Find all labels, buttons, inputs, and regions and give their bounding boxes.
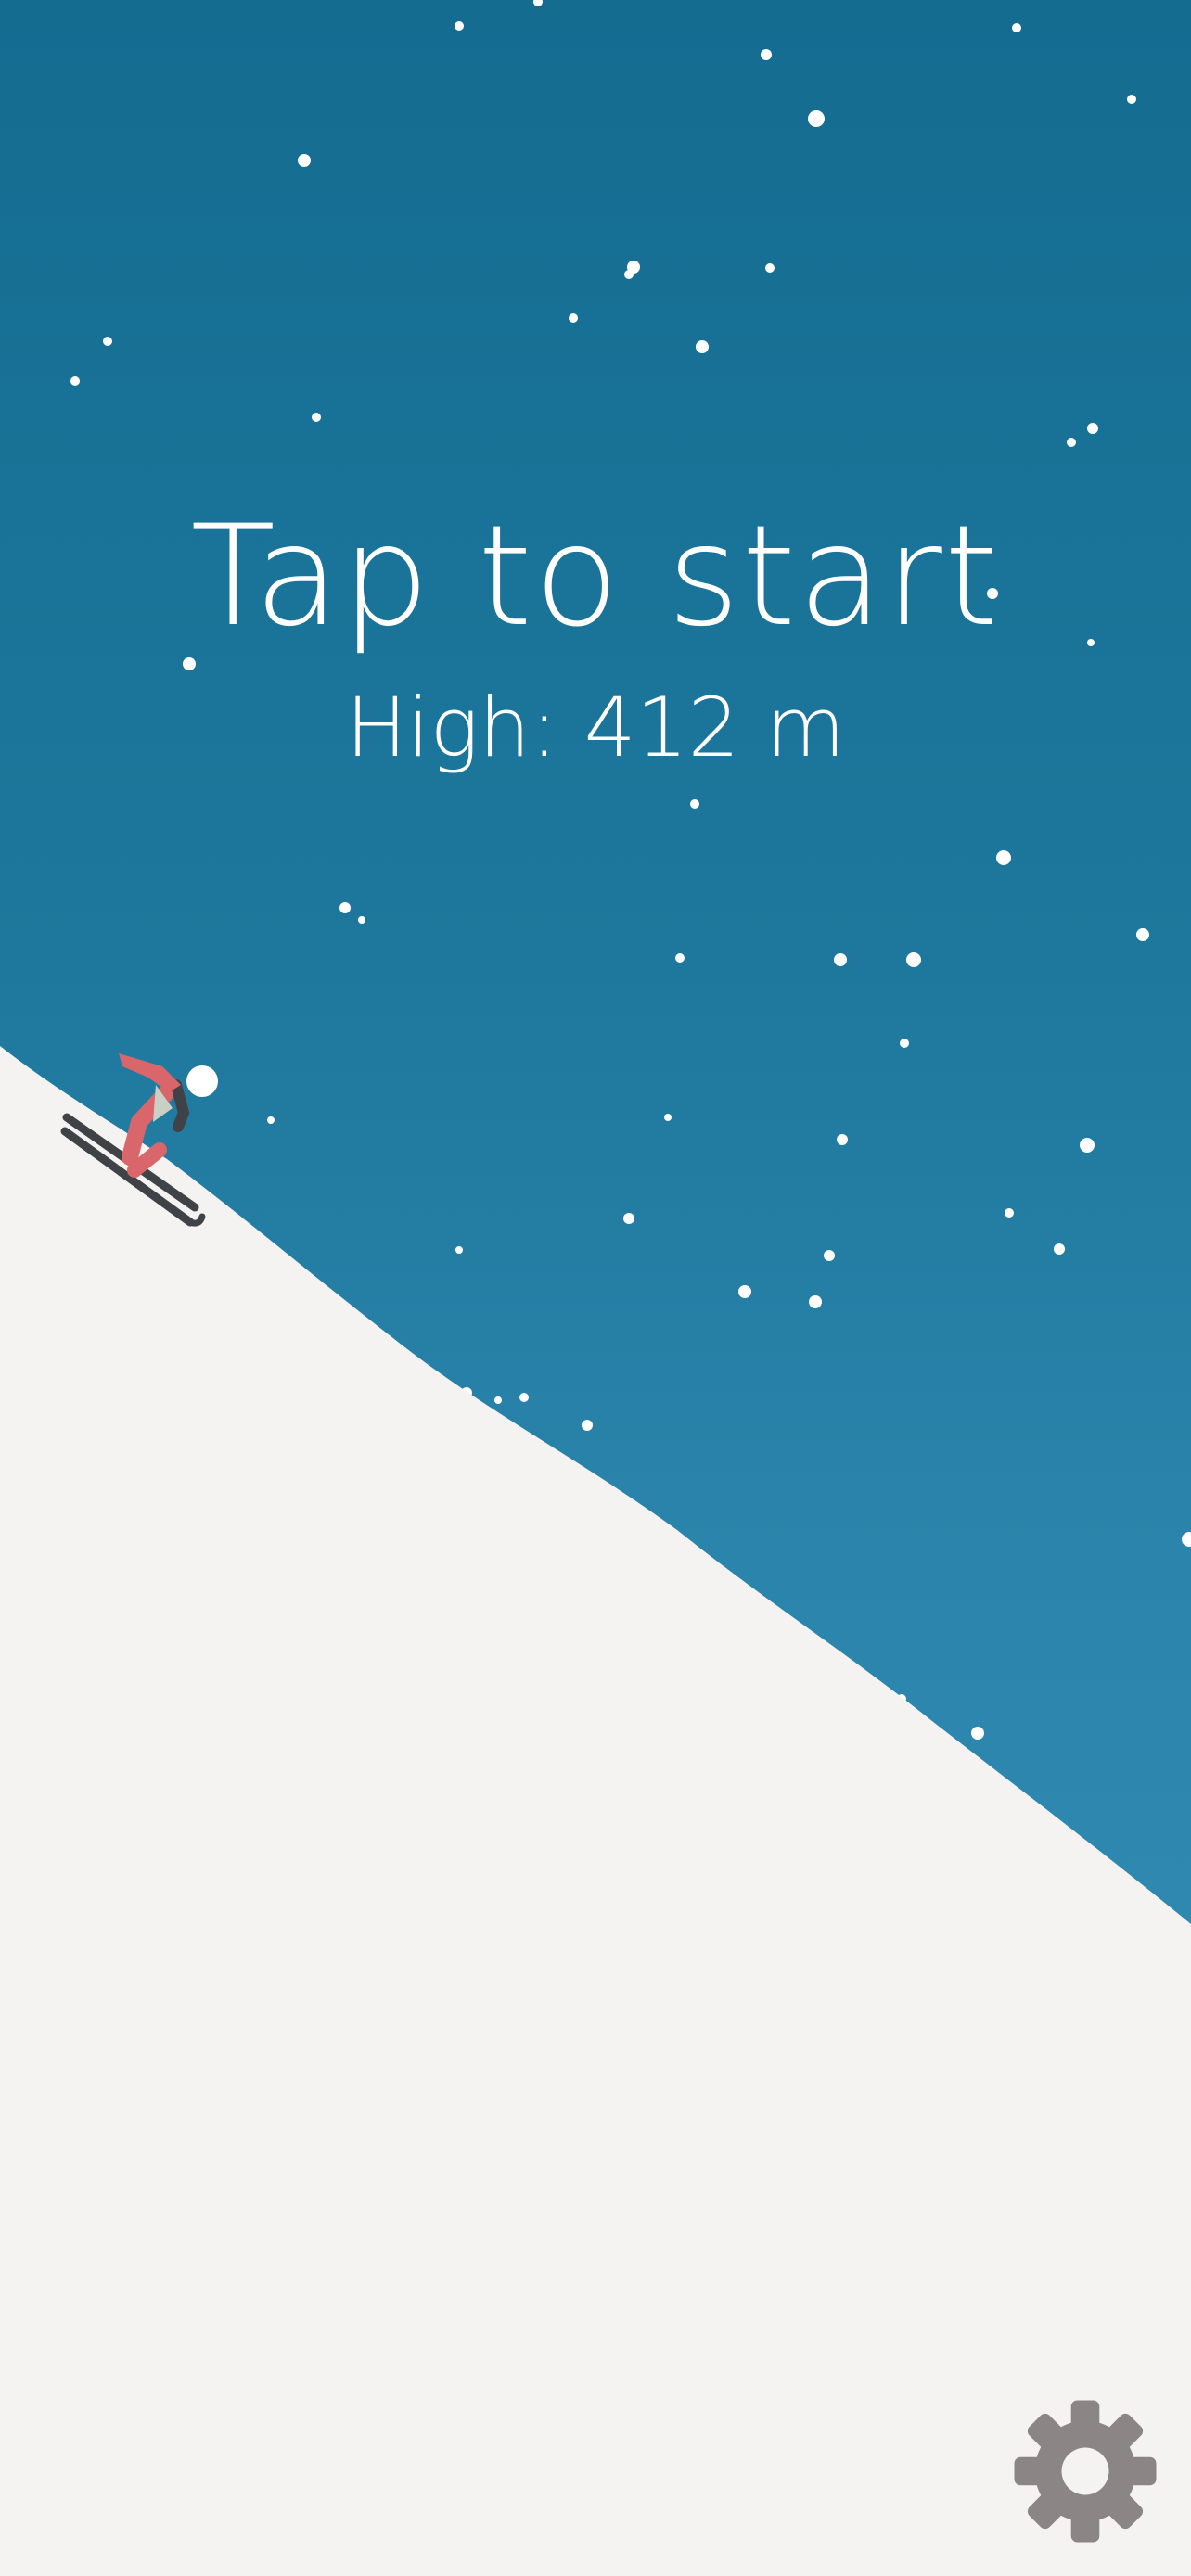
snowflake (906, 952, 921, 967)
snowflake (675, 953, 685, 963)
tap-to-start-text: Tap to start (190, 496, 1001, 657)
snowflake (582, 1420, 593, 1431)
snowflake (519, 1393, 529, 1402)
settings-button[interactable] (1006, 2392, 1164, 2550)
gear-icon (1014, 2400, 1157, 2543)
high-score-label: High: (345, 680, 558, 775)
snowflake (765, 263, 775, 273)
snowflake (1087, 423, 1098, 434)
snowflake (624, 270, 634, 279)
snowflake (1080, 1138, 1095, 1153)
snow-slope (0, 1046, 1191, 2576)
high-score: High: 412 m (0, 680, 1191, 775)
snowflake (298, 154, 311, 167)
game-canvas[interactable]: Tap to start High: 412 m (0, 0, 1191, 2576)
snowflake (834, 953, 847, 966)
snowflake (696, 340, 709, 353)
snowflake (738, 1285, 751, 1298)
snowflake (183, 657, 196, 670)
snowflake (1182, 1532, 1191, 1547)
game-scene (0, 0, 1191, 2576)
snowflake (1005, 1208, 1014, 1218)
snowflake (455, 1246, 463, 1254)
snowflake (494, 1396, 502, 1404)
snowflake (533, 0, 543, 6)
snowflake (1136, 928, 1149, 941)
snowflake (761, 49, 772, 60)
snowflake (623, 1213, 634, 1224)
snowflake (824, 1250, 835, 1261)
snowflake (809, 1295, 822, 1308)
snowflake (1054, 1243, 1065, 1255)
snowflake (339, 902, 351, 913)
snowflake (455, 21, 464, 31)
snowflake (837, 1134, 848, 1145)
snowflake (971, 1727, 984, 1740)
snowflake (358, 916, 365, 924)
snowflake (103, 337, 112, 346)
snowflake (690, 799, 699, 809)
snowflake (808, 110, 825, 127)
snowflake (900, 1039, 909, 1048)
snowflake (70, 376, 80, 386)
snowflake (312, 413, 321, 422)
high-score-value: 412 m (583, 680, 846, 775)
snowflake (664, 1114, 672, 1121)
snowflake (1067, 438, 1076, 447)
snowflake (569, 313, 578, 323)
snowflake (1127, 95, 1136, 104)
snowflake (1012, 23, 1021, 32)
snowflake (267, 1116, 275, 1124)
snowflake (996, 850, 1011, 865)
